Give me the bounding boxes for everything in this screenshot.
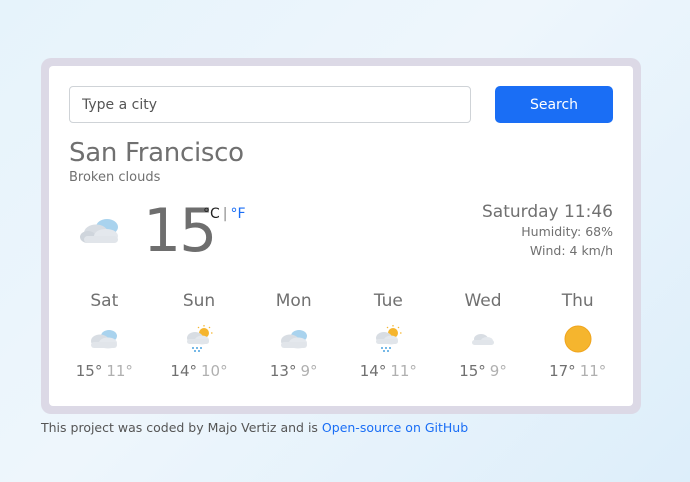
unit-separator: |: [222, 206, 228, 222]
humidity-value: Humidity: 68%: [521, 224, 613, 239]
current-details: Saturday 11:46 Humidity: 68% Wind: 4 km/…: [482, 202, 613, 260]
forecast-max-temp: 15°: [75, 362, 103, 380]
forecast-day-name: Sat: [90, 291, 119, 311]
broken-clouds-icon: [80, 219, 118, 243]
forecast-day-name: Tue: [373, 291, 403, 311]
weather-app-frame: Search San Francisco Broken clouds 15 °C…: [41, 58, 641, 414]
city-search-input[interactable]: [69, 86, 471, 123]
forecast-temps: 14° 11°: [341, 362, 436, 380]
forecast-max-temp: 14°: [170, 362, 197, 380]
forecast-temps: 14° 10°: [152, 362, 247, 380]
forecast-day: Sat 15° 11°: [57, 288, 152, 388]
forecast-day: Mon 13° 9°: [246, 288, 341, 388]
forecast-day-name: Thu: [561, 291, 594, 311]
forecast-day: Thu 17° 11°: [530, 288, 625, 388]
forecast-temps: 17° 11°: [530, 362, 625, 380]
github-link[interactable]: Open-source on GitHub: [322, 420, 468, 435]
forecast-day-name: Mon: [275, 291, 312, 311]
forecast-min-temp: 11°: [390, 362, 417, 380]
rain-sun-icon: [376, 325, 402, 352]
forecast-day-name: Wed: [464, 291, 502, 311]
forecast-min-temp: 10°: [201, 362, 228, 380]
forecast-min-temp: 11°: [106, 362, 133, 380]
broken-clouds-icon: [280, 330, 307, 349]
forecast-temps: 13° 9°: [246, 362, 341, 380]
wind-value: Wind: 4 km/h: [529, 243, 613, 258]
rain-sun-icon: [187, 325, 213, 352]
few-clouds-icon: [472, 334, 495, 345]
broken-clouds-icon: [91, 330, 118, 349]
forecast-temps: 15° 11°: [57, 362, 152, 380]
celsius-unit[interactable]: °C: [203, 206, 220, 222]
forecast-day-name: Sun: [182, 291, 216, 311]
date-time: Saturday 11:46: [481, 202, 613, 222]
fahrenheit-link[interactable]: °F: [231, 206, 246, 222]
footer-text: This project was coded by Majo Vertiz an…: [41, 420, 318, 435]
footer: This project was coded by Majo Vertiz an…: [41, 420, 468, 435]
unit-toggle: °C | °F: [203, 206, 246, 222]
weather-description: Broken clouds: [69, 170, 161, 185]
forecast-max-temp: 15°: [459, 362, 486, 380]
forecast-day: Wed 15° 9°: [436, 288, 531, 388]
weather-card: Search San Francisco Broken clouds 15 °C…: [49, 66, 633, 406]
forecast-max-temp: 14°: [359, 362, 387, 380]
forecast-max-temp: 13°: [269, 362, 297, 380]
forecast-min-temp: 11°: [579, 362, 607, 380]
forecast-list: Sat 15° 11° Sun 14° 10° Mon 13° 9° Tue 1…: [57, 288, 625, 388]
forecast-temps: 15° 9°: [436, 362, 531, 380]
city-name: San Francisco: [69, 138, 244, 168]
clear-sun-icon: [564, 325, 592, 353]
forecast-max-temp: 17°: [549, 362, 576, 380]
forecast-day: Tue 14° 11°: [341, 288, 436, 388]
forecast-day: Sun 14° 10°: [152, 288, 247, 388]
forecast-min-temp: 9°: [300, 362, 318, 380]
forecast-min-temp: 9°: [489, 362, 507, 380]
search-button[interactable]: Search: [495, 86, 613, 123]
